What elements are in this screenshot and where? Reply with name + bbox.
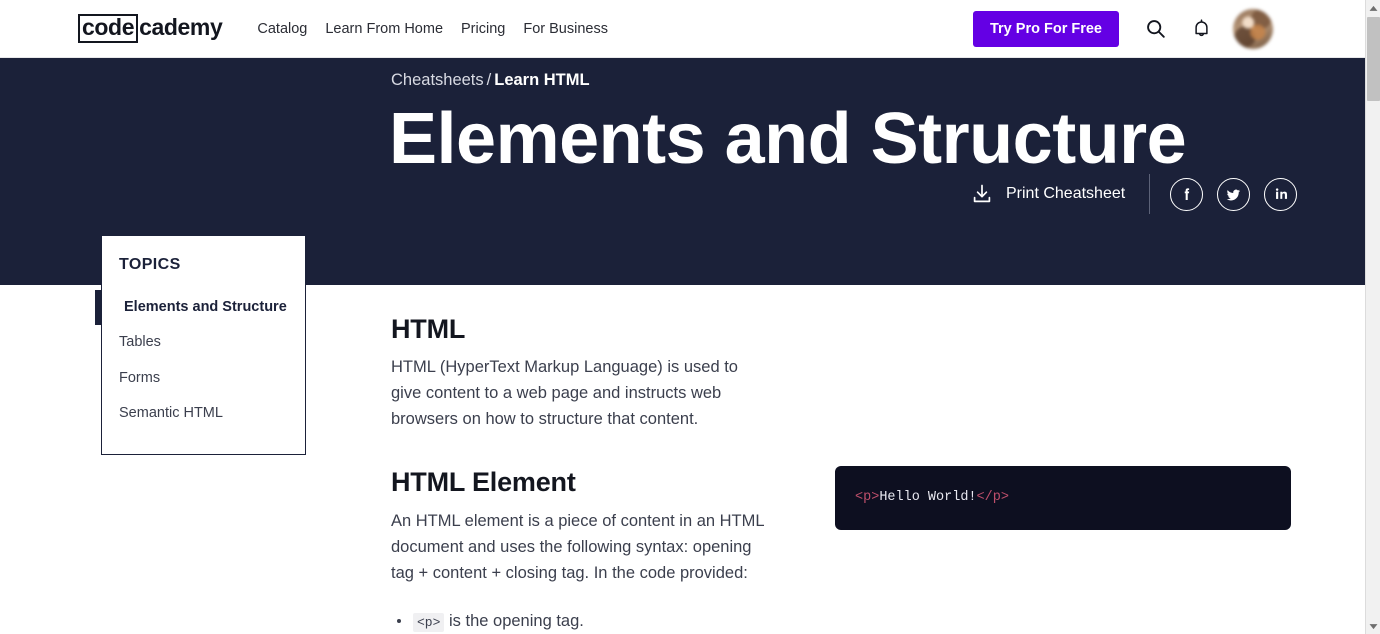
code-open-tag: <p> [855, 490, 880, 506]
user-avatar[interactable] [1233, 8, 1273, 49]
code-close-tag: </p> [976, 490, 1009, 506]
section-body-html: HTML (HyperText Markup Language) is used… [391, 358, 738, 429]
section-body-html-element: An HTML element is a piece of content in… [391, 511, 764, 582]
vertical-scrollbar[interactable] [1365, 0, 1380, 634]
chevron-down-icon [1369, 623, 1378, 629]
code-content: Hello World! [879, 490, 977, 506]
download-icon [973, 184, 991, 203]
html-element-bullet-list: <p> is the opening tag. Hello World! is … [391, 608, 771, 634]
nav-right-controls: Try Pro For Free [972, 8, 1273, 49]
hero-action-bar: Print Cheatsheet [970, 170, 1298, 218]
code-example-block[interactable]: <p>Hello World!</p> [835, 466, 1291, 531]
topic-item-tables[interactable]: Tables [102, 325, 305, 360]
logo-boxed-text: code [78, 14, 139, 43]
list-item: <p> is the opening tag. [391, 608, 771, 634]
search-icon [1146, 20, 1165, 38]
topic-item-elements-and-structure[interactable]: Elements and Structure [95, 290, 305, 326]
inline-code-opening-tag: <p> [413, 612, 445, 632]
codecademy-logo[interactable]: code cademy [78, 14, 223, 43]
main-content: HTML HTML (HyperText Markup Language) is… [391, 313, 1291, 634]
print-cheatsheet-button[interactable]: Print Cheatsheet [970, 182, 1125, 206]
section-html: HTML HTML (HyperText Markup Language) is… [391, 313, 1291, 432]
breadcrumb-parent-link[interactable]: Cheatsheets [391, 71, 484, 89]
breadcrumb: Cheatsheets / Learn HTML [391, 71, 590, 90]
bell-icon [1194, 19, 1208, 37]
logo-rest-text: cademy [139, 14, 223, 41]
search-button[interactable] [1135, 9, 1175, 49]
linkedin-icon [1275, 188, 1287, 199]
twitter-share-button[interactable] [1217, 177, 1251, 211]
nav-link-pricing[interactable]: Pricing [452, 15, 514, 43]
top-navigation-bar: code cademy Catalog Learn From Home Prici… [0, 0, 1365, 58]
topics-heading: TOPICS [119, 256, 181, 273]
bullet-text-opening-tag: is the opening tag. [449, 611, 584, 630]
nav-link-for-business[interactable]: For Business [514, 15, 617, 43]
action-divider [1149, 174, 1151, 214]
code-example-text: <p>Hello World!</p> [855, 488, 1009, 508]
topic-item-semantic-html[interactable]: Semantic HTML [102, 396, 305, 431]
notifications-button[interactable] [1181, 9, 1221, 49]
nav-link-catalog[interactable]: Catalog [248, 15, 316, 43]
try-pro-for-free-button[interactable]: Try Pro For Free [972, 10, 1119, 47]
chevron-up-icon [1369, 5, 1378, 11]
scroll-up-arrow[interactable] [1366, 0, 1380, 16]
topics-panel: TOPICS Elements and Structure Tables For… [95, 235, 306, 455]
facebook-share-button[interactable] [1170, 177, 1204, 211]
section-html-element: HTML Element An HTML element is a piece … [391, 466, 1291, 634]
topic-item-forms[interactable]: Forms [102, 361, 305, 396]
section-heading-html-element: HTML Element [391, 467, 576, 498]
facebook-icon [1184, 188, 1189, 200]
print-cheatsheet-label: Print Cheatsheet [1006, 185, 1126, 202]
breadcrumb-separator: / [486, 71, 492, 89]
nav-link-learn-from-home[interactable]: Learn From Home [316, 15, 452, 43]
breadcrumb-current: Learn HTML [494, 71, 590, 89]
section-heading-html: HTML [391, 314, 466, 344]
twitter-icon [1226, 189, 1241, 200]
nav-links: Catalog Learn From Home Pricing For Busi… [248, 15, 617, 43]
scroll-thumb[interactable] [1367, 17, 1380, 101]
linkedin-share-button[interactable] [1264, 177, 1298, 211]
scroll-down-arrow[interactable] [1366, 618, 1380, 634]
page-root: code cademy Catalog Learn From Home Prici… [0, 0, 1380, 634]
